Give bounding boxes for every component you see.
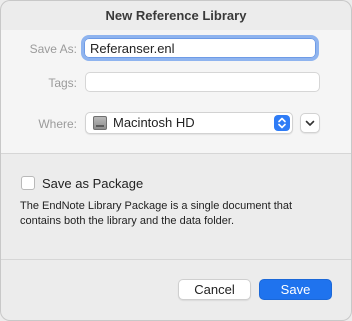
save-as-label: Save As: bbox=[29, 42, 77, 56]
chevron-down-icon bbox=[305, 120, 315, 126]
tags-label: Tags: bbox=[48, 76, 77, 90]
tags-input[interactable] bbox=[85, 72, 320, 92]
disk-icon bbox=[93, 116, 107, 130]
dialog-title: New Reference Library bbox=[105, 8, 247, 23]
package-description: The EndNote Library Package is a single … bbox=[20, 200, 293, 227]
where-value: Macintosh HD bbox=[113, 115, 195, 130]
up-down-chevron-icon bbox=[274, 115, 290, 131]
footer-divider bbox=[1, 259, 351, 260]
new-reference-library-dialog: New Reference Library Save As: Referanse… bbox=[0, 0, 352, 321]
save-button[interactable]: Save bbox=[259, 279, 332, 300]
where-label: Where: bbox=[38, 117, 77, 131]
where-select[interactable]: Macintosh HD bbox=[85, 112, 293, 134]
save-panel: Save As: Referanser.enl Tags: Where: Mac… bbox=[1, 30, 351, 154]
save-as-package-checkbox[interactable] bbox=[21, 176, 35, 190]
expand-browser-button[interactable] bbox=[300, 113, 320, 133]
save-as-input[interactable]: Referanser.enl bbox=[84, 38, 316, 58]
cancel-button[interactable]: Cancel bbox=[178, 279, 251, 300]
save-as-package-label[interactable]: Save as Package bbox=[42, 176, 143, 191]
